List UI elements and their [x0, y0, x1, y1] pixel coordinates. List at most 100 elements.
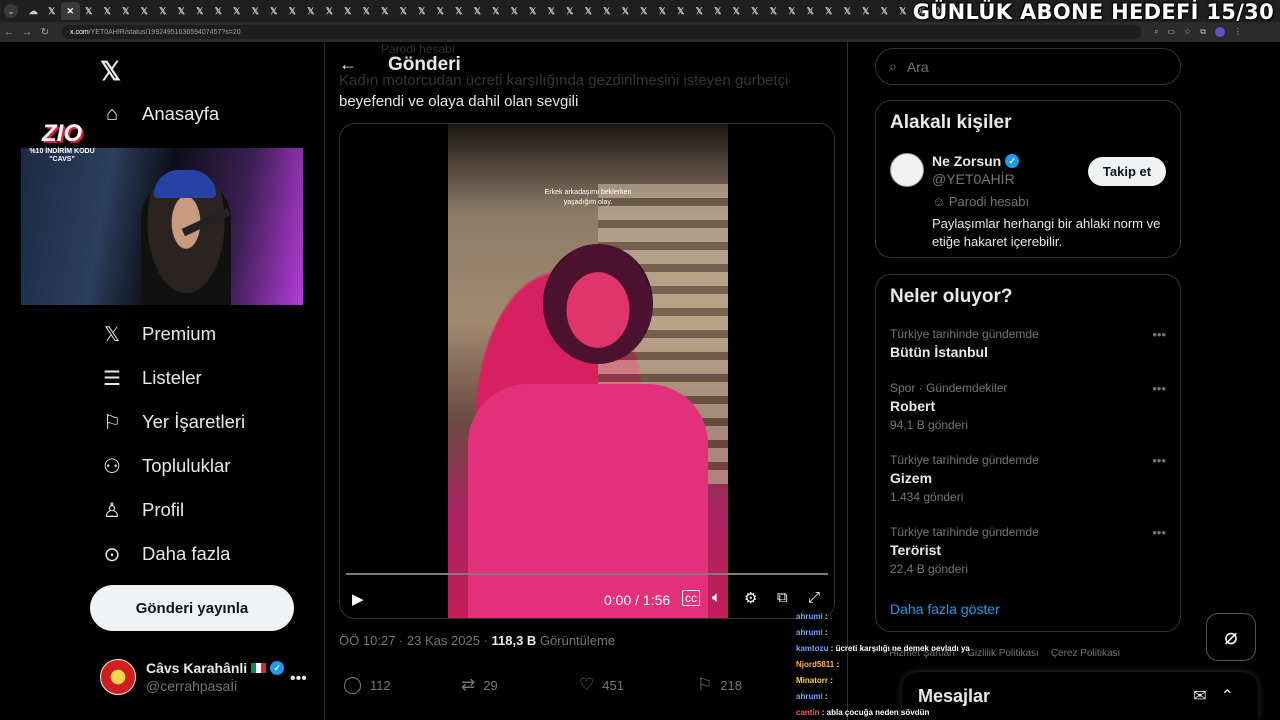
account-switcher[interactable]: Câvs Karahânli ✓ @cerrahpasaİi [100, 659, 285, 695]
search-input[interactable]: ⌕ Ara [875, 48, 1181, 85]
browser-tab[interactable]: 𝕏 [579, 2, 598, 20]
browser-tab[interactable]: 𝕏 [302, 2, 321, 20]
star-icon[interactable]: ☆ [1184, 27, 1191, 37]
browser-tab[interactable]: 𝕏 [154, 2, 173, 20]
browser-tab[interactable]: 𝕏 [709, 2, 728, 20]
follow-button[interactable]: Takip et [1088, 157, 1166, 186]
post-actions: ◯ 112 ⇄ 29 ♡ 451 ⚐ 218 [343, 675, 823, 695]
zoom-icon[interactable]: ⌕ [1154, 27, 1158, 37]
browser-tab[interactable]: 𝕏 [505, 2, 524, 20]
footer-link[interactable]: Çerez Politikası [1051, 648, 1120, 659]
browser-tab-active[interactable]: ✕ [61, 2, 80, 20]
browser-tab[interactable]: 𝕏 [653, 2, 672, 20]
post-timestamp[interactable]: ÖÖ 10:27 · 23 Kas 2025 · [339, 633, 491, 648]
repost-button[interactable]: ⇄ 29 [461, 675, 579, 695]
nav-item-communities[interactable]: ⚇ Topluluklar [100, 454, 230, 478]
captions-icon[interactable]: cc [682, 590, 700, 606]
nav-item-premium[interactable]: 𝕏 Premium [100, 322, 216, 346]
browser-tab[interactable]: 𝕏 [376, 2, 395, 20]
browser-tab[interactable]: 𝕏 [487, 2, 506, 20]
browser-tab[interactable]: 𝕏 [468, 2, 487, 20]
trend-item[interactable]: Türkiye tarihinde gündemde Gizem 1.434 g… [890, 453, 1039, 504]
trend-more-icon[interactable]: ••• [1152, 327, 1166, 342]
trend-more-icon[interactable]: ••• [1152, 453, 1166, 468]
settings-gear-icon[interactable]: ⚙ [744, 589, 757, 607]
browser-tab[interactable]: 𝕏 [820, 2, 839, 20]
browser-tab[interactable]: 𝕏 [265, 2, 284, 20]
browser-tab[interactable]: 𝕏 [690, 2, 709, 20]
browser-tab[interactable]: 𝕏 [561, 2, 580, 20]
nav-item-bookmarks[interactable]: ⚐ Yer İşaretleri [100, 410, 245, 434]
new-message-icon[interactable]: ✉ [1193, 686, 1206, 706]
browser-tab[interactable]: 𝕏 [98, 2, 117, 20]
trend-item[interactable]: Türkiye tarihinde gündemde Terörist 22,4… [890, 525, 1039, 576]
browser-tab[interactable]: 𝕏 [894, 2, 913, 20]
back-arrow-icon[interactable]: ← [339, 54, 357, 75]
browser-tab[interactable]: 𝕏 [672, 2, 691, 20]
trend-more-icon[interactable]: ••• [1152, 525, 1166, 540]
post-button[interactable]: Gönderi yayınla [90, 585, 294, 631]
nav-item-more[interactable]: ⊙ Daha fazla [100, 542, 231, 566]
browser-tab[interactable]: 𝕏 [431, 2, 450, 20]
browser-tab[interactable]: 𝕏 [857, 2, 876, 20]
browser-tab[interactable]: 𝕏 [875, 2, 894, 20]
forward-icon[interactable]: → [18, 27, 36, 38]
play-icon[interactable]: ▶ [352, 590, 364, 608]
browser-tab[interactable]: 𝕏 [413, 2, 432, 20]
reply-button[interactable]: ◯ 112 [343, 675, 461, 695]
browser-tab[interactable]: 𝕏 [727, 2, 746, 20]
browser-tab[interactable]: 𝕏 [598, 2, 617, 20]
avatar[interactable] [890, 153, 924, 187]
browser-tab[interactable]: 𝕏 [616, 2, 635, 20]
browser-tab[interactable]: 𝕏 [838, 2, 857, 20]
browser-tab[interactable]: 𝕏 [320, 2, 339, 20]
extensions-icon[interactable]: ⧉ [1200, 27, 1206, 37]
browser-tab[interactable]: 𝕏 [191, 2, 210, 20]
nav-item-home[interactable]: ⌂ Anasayfa [100, 102, 219, 126]
expand-icon[interactable]: ⌃ [1221, 686, 1234, 706]
browser-tab[interactable]: 𝕏 [43, 2, 62, 20]
browser-tab[interactable]: 𝕏 [80, 2, 99, 20]
trend-item[interactable]: Spor · Gündemdekiler Robert 94,1 B gönde… [890, 381, 1007, 432]
video-progress-bar[interactable] [346, 573, 828, 575]
browser-tab[interactable]: 𝕏 [635, 2, 654, 20]
browser-tab[interactable]: 𝕏 [172, 2, 191, 20]
reload-icon[interactable]: ↻ [36, 27, 54, 38]
trend-more-icon[interactable]: ••• [1152, 381, 1166, 396]
picture-in-picture-icon[interactable]: ⧉ [777, 589, 788, 606]
like-button[interactable]: ♡ 451 [579, 675, 697, 695]
url-field[interactable]: x.com /YET0AHIR/status/19924951636594074… [62, 25, 1142, 39]
browser-tab[interactable]: 𝕏 [764, 2, 783, 20]
x-logo-icon[interactable]: 𝕏 [100, 56, 121, 87]
menu-icon[interactable]: ⋮ [1234, 27, 1242, 37]
fullscreen-icon[interactable]: ⤢ [808, 589, 820, 606]
cast-icon[interactable]: ▭ [1167, 27, 1175, 37]
nav-item-profile[interactable]: ♙ Profil [100, 498, 184, 522]
back-icon[interactable]: ← [0, 27, 18, 38]
browser-tab[interactable]: 𝕏 [357, 2, 376, 20]
browser-tab[interactable]: 𝕏 [209, 2, 228, 20]
account-more-icon[interactable]: ••• [290, 670, 307, 688]
browser-tab[interactable]: 𝕏 [524, 2, 543, 20]
trend-item[interactable]: Türkiye tarihinde gündemde Bütün İstanbu… [890, 327, 1039, 360]
video-player[interactable]: Erkek arkadaşımı beklerken yaşadığım ola… [339, 123, 835, 619]
volume-icon[interactable]: 🔈︎ [712, 589, 721, 606]
browser-tab[interactable]: 𝕏 [450, 2, 469, 20]
grok-icon[interactable]: ⌀ [1206, 613, 1256, 661]
browser-tab[interactable]: ☁ [24, 2, 43, 20]
related-user[interactable]: Ne Zorsun ✓ @YET0AHİR [932, 153, 1020, 187]
nav-item-lists[interactable]: ☰ Listeler [100, 366, 202, 390]
browser-tab[interactable]: 𝕏 [228, 2, 247, 20]
browser-tab[interactable]: 𝕏 [135, 2, 154, 20]
tab-search-icon[interactable]: ⌄ [4, 4, 18, 18]
browser-tab[interactable]: 𝕏 [283, 2, 302, 20]
browser-tab[interactable]: 𝕏 [394, 2, 413, 20]
browser-tab[interactable]: 𝕏 [746, 2, 765, 20]
profile-avatar-icon[interactable] [1214, 27, 1225, 37]
browser-tab[interactable]: 𝕏 [542, 2, 561, 20]
browser-tab[interactable]: 𝕏 [339, 2, 358, 20]
browser-tab[interactable]: 𝕏 [783, 2, 802, 20]
browser-tab[interactable]: 𝕏 [246, 2, 265, 20]
browser-tab[interactable]: 𝕏 [801, 2, 820, 20]
browser-tab[interactable]: 𝕏 [117, 2, 136, 20]
